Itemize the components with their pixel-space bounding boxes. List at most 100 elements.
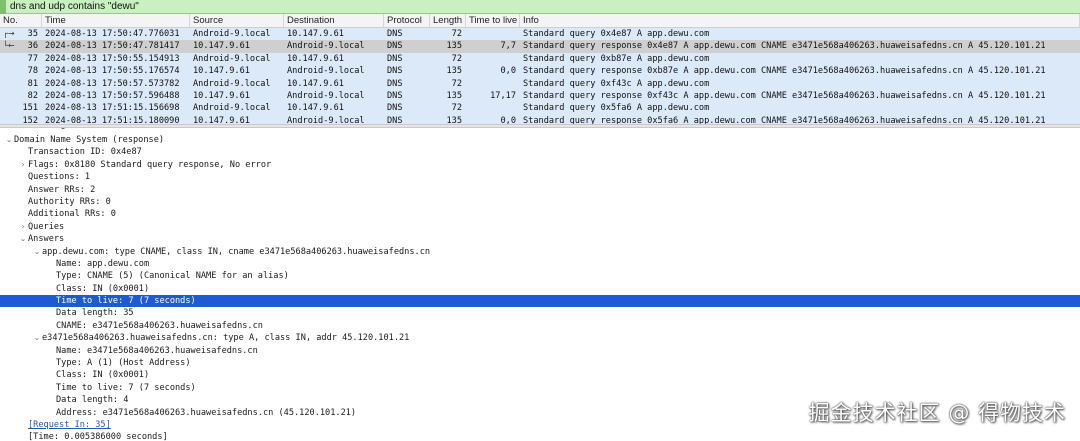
packet-cell-time: 2024-08-13 17:50:57.573782 — [45, 78, 180, 89]
column-header-no[interactable]: No. — [0, 14, 42, 27]
packet-cell-protocol: DNS — [387, 53, 403, 64]
detail-text: User Datagram Protocol, Src Port: domain… — [14, 128, 376, 130]
watermark: 掘金技术社区 @ 得物技术 — [808, 401, 1066, 425]
detail-tree-item[interactable]: ⌄ e3471e568a406263.huaweisafedns.cn: type… — [0, 332, 1080, 344]
detail-tree-item[interactable]: Time to live: 7 (7 seconds) — [0, 295, 1080, 308]
display-filter-bar[interactable]: dns and udp contains "dewu" — [0, 0, 1080, 14]
detail-tree-item[interactable]: ⌄ app.dewu.com: type CNAME, class IN, cna… — [0, 246, 1080, 258]
packet-cell-protocol: DNS — [387, 66, 403, 77]
packet-cell-time-to-live — [466, 28, 520, 40]
detail-tree-item[interactable]: Authority RRs: 0 — [0, 196, 1080, 208]
packet-row[interactable]: 35 ┌→ 2024-08-13 17:50:47.776031 Android-9.… — [0, 28, 1080, 41]
detail-tree-item[interactable]: Name: app.dewu.com — [0, 258, 1080, 270]
detail-tree-item[interactable]: ⌄ Domain Name System (response) — [0, 134, 1080, 146]
packet-cell-length: 135 — [446, 41, 462, 52]
packet-cell-info: Standard query 0x4e87 A app.dewu.com — [523, 29, 710, 39]
packet-row[interactable]: 152 2024-08-13 17:51:15.180090 10.147.9.61… — [0, 114, 1080, 124]
packet-cell-destination: Android-9.local — [287, 66, 365, 77]
packet-cell-destination: Android-9.local — [287, 90, 365, 101]
detail-text: Type: CNAME (5) (Canonical NAME for an a… — [56, 271, 289, 282]
detail-text: Data length: 4 — [56, 395, 129, 406]
packet-cell-length: 135 — [446, 115, 462, 124]
display-filter-input[interactable]: dns and udp contains "dewu" — [10, 1, 139, 12]
packet-cell-length: 135 — [446, 66, 462, 77]
detail-text: CNAME: e3471e568a406263.huaweisafedns.cn — [56, 320, 263, 331]
packet-row[interactable]: 77 2024-08-13 17:50:55.154913 Android-9.lo… — [0, 52, 1080, 66]
packet-cell-info: Standard query 0xf43c A app.dewu.com — [523, 78, 710, 89]
detail-tree-item[interactable]: Class: IN (0x0001) — [0, 283, 1080, 295]
column-header-time[interactable]: Time — [42, 14, 190, 27]
column-header-source[interactable]: Source — [190, 14, 284, 27]
packet-cell-destination: 10.147.9.61 — [287, 29, 344, 39]
packet-cell-time: 2024-08-13 17:50:47.781417 — [45, 41, 180, 52]
request-in-link[interactable]: [Request In: 35] — [28, 420, 111, 430]
packet-list[interactable]: No. Time Source Destination Protocol Length Ti… — [0, 14, 1080, 124]
detail-tree-item[interactable]: CNAME: e3471e568a406263.huaweisafedns.cn — [0, 320, 1080, 332]
detail-tree-item[interactable]: ⌄ Answers — [0, 233, 1080, 245]
detail-text: Name: app.dewu.com — [56, 258, 150, 269]
detail-tree-item[interactable]: Questions: 1 — [0, 171, 1080, 183]
chevron-down-icon[interactable]: ⌄ — [32, 332, 42, 344]
detail-tree-item[interactable]: Data length: 35 — [0, 307, 1080, 319]
packet-cell-source: 10.147.9.61 — [193, 66, 250, 77]
detail-tree-item[interactable]: Additional RRs: 0 — [0, 208, 1080, 220]
detail-text: e3471e568a406263.huaweisafedns.cn: type … — [42, 333, 410, 344]
detail-text: app.dewu.com: type CNAME, class IN, cnam… — [42, 246, 431, 257]
packet-cell-source: Android-9.local — [193, 53, 271, 64]
packet-cell-no: 81 — [27, 78, 38, 89]
chevron-right-icon[interactable]: › — [18, 221, 28, 233]
packet-cell-info: Standard query 0xb87e A app.dewu.com — [523, 53, 710, 64]
response-arrow-icon: └← — [3, 41, 15, 51]
packet-row[interactable]: 81 2024-08-13 17:50:57.573782 Android-9.lo… — [0, 77, 1080, 90]
detail-tree-item[interactable]: [Time: 0.005386000 seconds] — [0, 431, 1080, 441]
detail-tree-item[interactable]: Type: CNAME (5) (Canonical NAME for an a… — [0, 270, 1080, 282]
detail-text: Answer RRs: 2 — [28, 184, 96, 195]
packet-cell-protocol: DNS — [387, 78, 403, 89]
detail-tree-item[interactable]: Transaction ID: 0x4e87 — [0, 146, 1080, 158]
packet-cell-source: Android-9.local — [193, 103, 271, 114]
packet-row[interactable]: 36 └← 2024-08-13 17:50:47.781417 10.147.9.6… — [0, 40, 1080, 53]
packet-list-body[interactable]: 35 ┌→ 2024-08-13 17:50:47.776031 Android-9.… — [0, 28, 1080, 124]
detail-text: Additional RRs: 0 — [28, 209, 116, 220]
chevron-right-icon[interactable]: › — [18, 159, 28, 171]
packet-cell-time: 2024-08-13 17:50:55.176574 — [45, 66, 180, 77]
detail-text: Address: e3471e568a406263.huaweisafedns.… — [56, 407, 357, 418]
column-header-protocol[interactable]: Protocol — [384, 14, 430, 27]
packet-details-tree[interactable]: User Datagram Protocol, Src Port: domain… — [0, 128, 1080, 441]
packet-cell-length: 72 — [451, 78, 462, 89]
packet-cell-source: Android-9.local — [193, 29, 271, 39]
detail-tree-item[interactable]: Name: e3471e568a406263.huaweisafedns.cn — [0, 345, 1080, 357]
detail-text: Type: A (1) (Host Address) — [56, 358, 191, 369]
packet-cell-time: 2024-08-13 17:50:47.776031 — [45, 29, 180, 39]
detail-tree-item[interactable]: Type: A (1) (Host Address) — [0, 357, 1080, 369]
detail-tree-item[interactable]: Answer RRs: 2 — [0, 184, 1080, 196]
bookmark-icon[interactable] — [0, 0, 6, 14]
chevron-down-icon[interactable]: ⌄ — [18, 233, 28, 245]
detail-text: Time to live: 7 (7 seconds) — [56, 296, 196, 307]
detail-text: Name: e3471e568a406263.huaweisafedns.cn — [56, 345, 258, 356]
detail-text: Domain Name System (response) — [14, 135, 165, 145]
packet-list-header: No. Time Source Destination Protocol Length Ti… — [0, 14, 1080, 28]
packet-cell-time-to-live — [466, 53, 520, 65]
detail-tree-item[interactable]: › Flags: 0x8180 Standard query response, … — [0, 159, 1080, 171]
packet-cell-time-to-live — [466, 78, 520, 90]
detail-text: Answers — [28, 234, 65, 245]
detail-tree-item[interactable]: Class: IN (0x0001) — [0, 369, 1080, 381]
column-header-destination[interactable]: Destination — [284, 14, 384, 27]
packet-cell-time: 2024-08-13 17:51:15.156698 — [45, 103, 180, 114]
packet-cell-destination: Android-9.local — [287, 115, 365, 124]
packet-cell-info: Standard query response 0xb87e A app.dew… — [523, 66, 1046, 77]
detail-tree-item[interactable]: Time to live: 7 (7 seconds) — [0, 382, 1080, 394]
detail-text: Class: IN (0x0001) — [56, 283, 150, 294]
packet-cell-time: 2024-08-13 17:50:55.154913 — [45, 53, 180, 64]
detail-tree-item[interactable]: › Queries — [0, 221, 1080, 233]
column-header-length[interactable]: Length — [430, 14, 466, 27]
packet-cell-length: 72 — [451, 29, 462, 39]
chevron-down-icon[interactable]: ⌄ — [4, 134, 14, 146]
column-header-info[interactable]: Info — [520, 14, 1080, 27]
chevron-down-icon[interactable]: ⌄ — [32, 246, 42, 258]
column-header-time-to-live[interactable]: Time to live — [466, 14, 520, 27]
packet-row[interactable]: 151 2024-08-13 17:51:15.156698 Android-9.l… — [0, 102, 1080, 115]
packet-row[interactable]: 78 2024-08-13 17:50:55.176574 10.147.9.61 A… — [0, 65, 1080, 78]
packet-row[interactable]: 82 2024-08-13 17:50:57.596488 10.147.9.61 A… — [0, 89, 1080, 103]
